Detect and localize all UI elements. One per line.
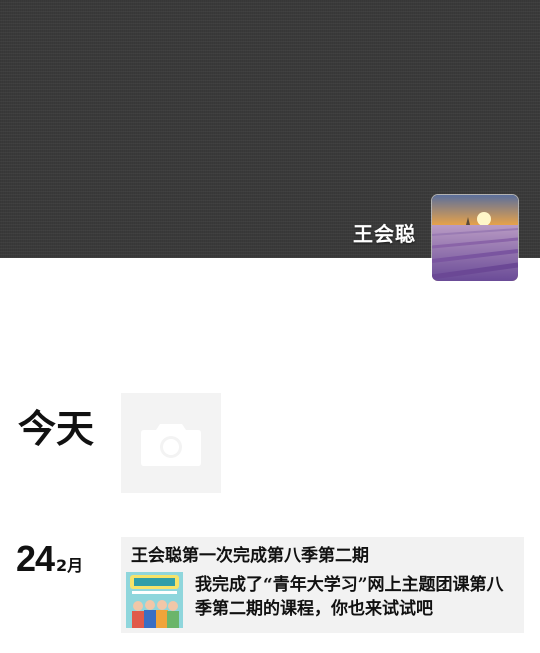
add-post-button[interactable] [121, 393, 221, 493]
avatar[interactable] [432, 195, 518, 281]
post-link-thumbnail [126, 572, 183, 628]
youth-study-thumbnail-image [126, 572, 183, 628]
post-date-day: 24 [16, 538, 55, 579]
post-date: 24 2月 [16, 538, 83, 580]
today-label: 今天 [18, 406, 95, 451]
feed-post[interactable]: 王会聪第一次完成第八季第二期 我完成了“青年大学习”网上主题团课第八季第二期的课… [121, 537, 524, 633]
post-title: 王会聪第一次完成第八季第二期 [131, 546, 369, 566]
profile-username[interactable]: 王会聪 [353, 218, 416, 247]
camera-icon [141, 424, 201, 466]
avatar-image [432, 195, 518, 281]
post-link-text[interactable]: 我完成了“青年大学习”网上主题团课第八季第二期的课程，你也来试试吧 [195, 573, 515, 621]
post-date-month: 2月 [56, 556, 84, 575]
